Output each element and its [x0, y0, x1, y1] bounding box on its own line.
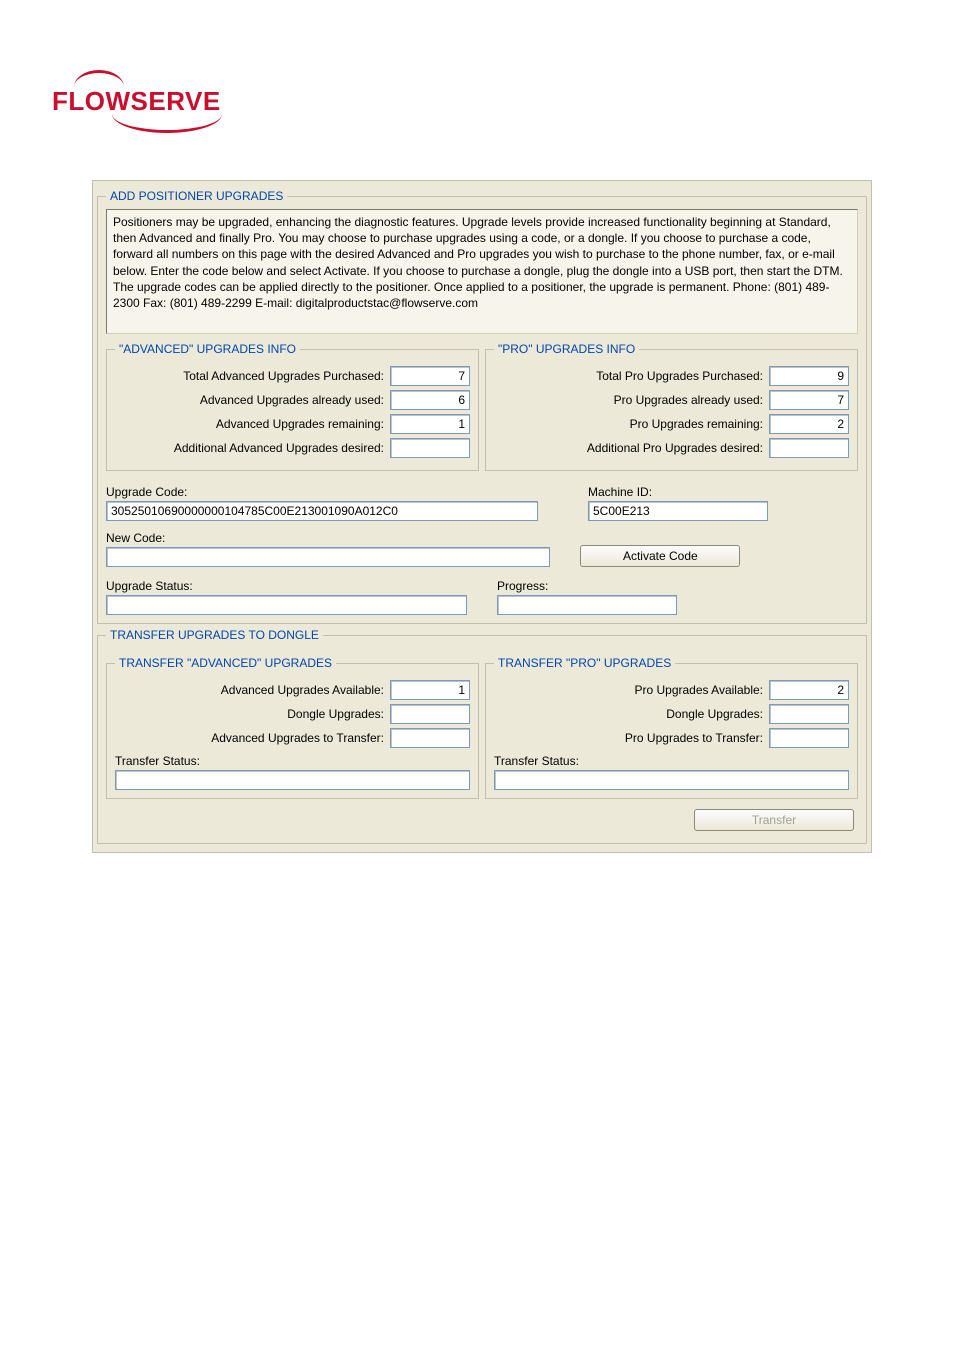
transfer-pro-available-label: Pro Upgrades Available: [494, 683, 769, 697]
advanced-remaining-value: 1 [390, 414, 470, 434]
new-code-label: New Code: [106, 531, 550, 545]
advanced-desired-label: Additional Advanced Upgrades desired: [115, 441, 390, 455]
pro-used-value: 7 [769, 390, 849, 410]
pro-remaining-row: Pro Upgrades remaining: 2 [494, 414, 849, 434]
transfer-pro-to-transfer-label: Pro Upgrades to Transfer: [494, 731, 769, 745]
pro-used-label: Pro Upgrades already used: [494, 393, 769, 407]
advanced-remaining-row: Advanced Upgrades remaining: 1 [115, 414, 470, 434]
pro-desired-label: Additional Pro Upgrades desired: [494, 441, 769, 455]
transfer-adv-to-transfer-row: Advanced Upgrades to Transfer: [115, 728, 470, 748]
advanced-used-label: Advanced Upgrades already used: [115, 393, 390, 407]
advanced-purchased-label: Total Advanced Upgrades Purchased: [115, 369, 390, 383]
flowserve-logo: FLOWSERVE [52, 70, 222, 130]
pro-remaining-value: 2 [769, 414, 849, 434]
transfer-pro-group: TRANSFER "PRO" UPGRADES Pro Upgrades Ava… [485, 656, 858, 799]
add-positioner-upgrades-group: ADD POSITIONER UPGRADES Positioners may … [97, 189, 867, 624]
progress-label: Progress: [497, 579, 858, 593]
advanced-desired-input[interactable] [390, 438, 470, 458]
transfer-adv-status-label: Transfer Status: [115, 754, 470, 768]
transfer-pro-dongle-value [769, 704, 849, 724]
advanced-purchased-row: Total Advanced Upgrades Purchased: 7 [115, 366, 470, 386]
transfer-adv-available-row: Advanced Upgrades Available: 1 [115, 680, 470, 700]
transfer-adv-available-value: 1 [390, 680, 470, 700]
transfer-pro-title: TRANSFER "PRO" UPGRADES [494, 656, 675, 670]
transfer-pro-dongle-row: Dongle Upgrades: [494, 704, 849, 724]
transfer-adv-to-transfer-label: Advanced Upgrades to Transfer: [115, 731, 390, 745]
advanced-remaining-label: Advanced Upgrades remaining: [115, 417, 390, 431]
transfer-adv-status-value [115, 770, 470, 790]
machine-id-label: Machine ID: [588, 485, 858, 499]
transfer-upgrades-title: TRANSFER UPGRADES TO DONGLE [106, 628, 323, 642]
advanced-desired-row: Additional Advanced Upgrades desired: [115, 438, 470, 458]
pro-upgrades-info-title: "PRO" UPGRADES INFO [494, 342, 639, 356]
transfer-adv-dongle-row: Dongle Upgrades: [115, 704, 470, 724]
advanced-purchased-value: 7 [390, 366, 470, 386]
transfer-pro-available-row: Pro Upgrades Available: 2 [494, 680, 849, 700]
advanced-upgrades-info-group: "ADVANCED" UPGRADES INFO Total Advanced … [106, 342, 479, 471]
transfer-adv-dongle-label: Dongle Upgrades: [115, 707, 390, 721]
transfer-pro-status-value [494, 770, 849, 790]
add-positioner-upgrades-title: ADD POSITIONER UPGRADES [106, 189, 287, 203]
pro-purchased-row: Total Pro Upgrades Purchased: 9 [494, 366, 849, 386]
transfer-button[interactable]: Transfer [694, 809, 854, 831]
transfer-pro-dongle-label: Dongle Upgrades: [494, 707, 769, 721]
transfer-adv-available-label: Advanced Upgrades Available: [115, 683, 390, 697]
pro-upgrades-info-group: "PRO" UPGRADES INFO Total Pro Upgrades P… [485, 342, 858, 471]
advanced-used-row: Advanced Upgrades already used: 6 [115, 390, 470, 410]
main-panel: ADD POSITIONER UPGRADES Positioners may … [92, 180, 872, 853]
transfer-advanced-group: TRANSFER "ADVANCED" UPGRADES Advanced Up… [106, 656, 479, 799]
pro-purchased-value: 9 [769, 366, 849, 386]
progress-value [497, 595, 677, 615]
pro-used-row: Pro Upgrades already used: 7 [494, 390, 849, 410]
transfer-pro-status-label: Transfer Status: [494, 754, 849, 768]
upgrade-code-label: Upgrade Code: [106, 485, 538, 499]
transfer-pro-available-value: 2 [769, 680, 849, 700]
transfer-adv-dongle-value [390, 704, 470, 724]
logo-text: FLOWSERVE [52, 86, 221, 117]
transfer-pro-to-transfer-row: Pro Upgrades to Transfer: [494, 728, 849, 748]
advanced-upgrades-info-title: "ADVANCED" UPGRADES INFO [115, 342, 300, 356]
pro-purchased-label: Total Pro Upgrades Purchased: [494, 369, 769, 383]
pro-desired-input[interactable] [769, 438, 849, 458]
upgrade-status-value [106, 595, 467, 615]
new-code-input[interactable] [106, 547, 550, 567]
pro-desired-row: Additional Pro Upgrades desired: [494, 438, 849, 458]
advanced-used-value: 6 [390, 390, 470, 410]
transfer-upgrades-group: TRANSFER UPGRADES TO DONGLE TRANSFER "AD… [97, 628, 867, 844]
transfer-advanced-title: TRANSFER "ADVANCED" UPGRADES [115, 656, 336, 670]
transfer-pro-to-transfer-input[interactable] [769, 728, 849, 748]
upgrade-status-label: Upgrade Status: [106, 579, 467, 593]
transfer-adv-to-transfer-input[interactable] [390, 728, 470, 748]
activate-code-button[interactable]: Activate Code [580, 545, 740, 567]
upgrade-description: Positioners may be upgraded, enhancing t… [106, 209, 858, 334]
machine-id-value: 5C00E213 [588, 501, 768, 521]
pro-remaining-label: Pro Upgrades remaining: [494, 417, 769, 431]
upgrade-code-value: 30525010690000000104785C00E213001090A012… [106, 501, 538, 521]
